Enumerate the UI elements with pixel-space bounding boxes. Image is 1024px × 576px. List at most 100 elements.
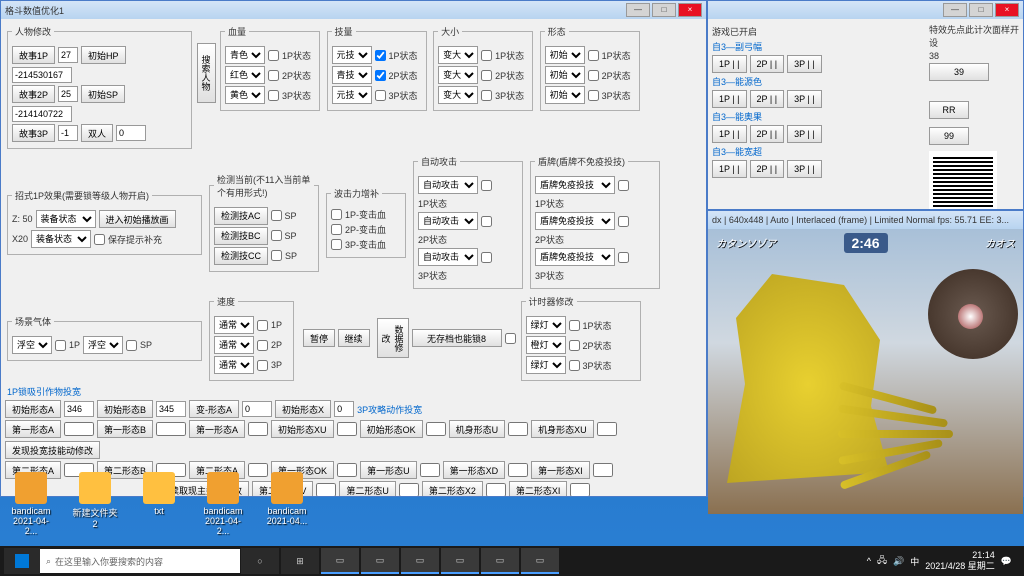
f2x2-in[interactable] (486, 483, 506, 496)
story3-btn[interactable]: 故事3P (12, 124, 55, 142)
f1a-in[interactable] (248, 422, 268, 436)
f1xd-in[interactable] (508, 463, 528, 477)
maximize-button[interactable]: □ (652, 3, 676, 17)
s4-b3[interactable]: 3P | | (787, 160, 822, 178)
taskbar-app-2[interactable]: ▭ (361, 548, 399, 574)
size-3p-chk[interactable] (481, 90, 492, 101)
blood-1p-sel[interactable]: 青色 (225, 46, 265, 64)
taskbar-app-3[interactable]: ▭ (401, 548, 439, 574)
s3-extra[interactable]: 99 (929, 127, 969, 145)
blood-3p-sel[interactable]: 黄色 (225, 86, 265, 104)
clock[interactable]: 21:14 2021/4/28 星期二 (925, 550, 995, 572)
vert-mod-btn[interactable]: 数据修改 (377, 318, 409, 358)
energy-3p-sel[interactable]: 元技量 (332, 86, 372, 104)
auto-1p-sel[interactable]: 自动攻击 (418, 176, 478, 194)
tray-up-icon[interactable]: ^ (867, 556, 871, 566)
weather-1p-sel[interactable]: 浮空 (12, 336, 52, 354)
count-btn[interactable]: 39 (929, 63, 989, 81)
energy-1p-sel[interactable]: 元技量 (332, 46, 372, 64)
s4-b1[interactable]: 1P | | (712, 160, 747, 178)
task-view-button[interactable]: ⊞ (281, 548, 319, 574)
f1xd-btn[interactable]: 第一形态XD (443, 461, 506, 479)
next-b-in[interactable] (156, 422, 186, 436)
weather-1p-chk[interactable] (55, 340, 66, 351)
timer-y-sel[interactable]: 橙灯 (526, 336, 566, 354)
double-input[interactable] (116, 125, 146, 141)
auto-3p-chk[interactable] (481, 252, 492, 263)
speed-3p-sel[interactable]: 通常 (214, 356, 254, 374)
f2u-btn[interactable]: 第二形态U (339, 481, 396, 496)
cortana-button[interactable]: ○ (241, 548, 279, 574)
size-1p-sel[interactable]: 变大 (438, 46, 478, 64)
form-3p-sel[interactable]: 初始 (545, 86, 585, 104)
story2-btn[interactable]: 故事2P (12, 85, 55, 103)
next-b-btn[interactable]: 第一形态B (97, 420, 153, 438)
speed-1p-chk[interactable] (257, 320, 268, 331)
init-ok-in[interactable] (426, 422, 446, 436)
s1-b3[interactable]: 3P | | (787, 55, 822, 73)
energy-1p-chk[interactable] (375, 50, 386, 61)
init-dc-a-btn[interactable]: 初始形态A (5, 400, 61, 418)
blood-3p-chk[interactable] (268, 90, 279, 101)
det-ac-chk[interactable] (271, 210, 282, 221)
minimize-button[interactable]: — (626, 3, 650, 17)
trans-a-btn[interactable]: 变-形态A (189, 400, 239, 418)
shield-2p-chk[interactable] (618, 216, 629, 227)
mbody-btn[interactable]: 机身形态U (449, 420, 506, 438)
counter-close-btn[interactable]: × (995, 3, 1019, 17)
desktop-icon-3[interactable]: txt (136, 472, 182, 536)
dmg-2p-chk[interactable] (331, 224, 342, 235)
f1u-in[interactable] (420, 463, 440, 477)
init-ex-btn[interactable]: 初始形态X (275, 400, 331, 418)
auto-2p-chk[interactable] (481, 216, 492, 227)
start-button[interactable] (4, 548, 40, 574)
size-2p-chk[interactable] (481, 70, 492, 81)
counter-max-btn[interactable]: □ (969, 3, 993, 17)
enter-anim-btn[interactable]: 进入初始播放画 (99, 210, 176, 228)
counter-min-btn[interactable]: — (943, 3, 967, 17)
search-box[interactable]: ⌕ 在这里输入你要搜索的内容 (40, 549, 240, 573)
s2-extra[interactable]: RR (929, 101, 969, 119)
nolimit-btn[interactable]: 无存档也能锁8 (412, 329, 502, 347)
taskbar-app-1[interactable]: ▭ (321, 548, 359, 574)
auto-1p-chk[interactable] (481, 180, 492, 191)
f2x2-btn[interactable]: 第二形态X2 (422, 481, 483, 496)
pause-btn[interactable]: 暂停 (303, 329, 335, 347)
timer-1p-chk[interactable] (569, 320, 580, 331)
shield-1p-sel[interactable]: 盾牌免疫投技 (535, 176, 615, 194)
s3-b3[interactable]: 3P | | (787, 125, 822, 143)
init-dc-a-in[interactable] (64, 401, 94, 417)
counter-titlebar[interactable]: — □ × (708, 1, 1023, 19)
timer-2p-chk[interactable] (569, 340, 580, 351)
desktop-icon-5[interactable]: bandicam 2021-04... (264, 472, 310, 536)
f1xi-in[interactable] (593, 463, 613, 477)
story1-input[interactable] (58, 47, 78, 63)
init-xu-in[interactable] (337, 422, 357, 436)
energy-2p-sel[interactable]: 青技量 (332, 66, 372, 84)
s3-b1[interactable]: 1P | | (712, 125, 747, 143)
init-sp-btn[interactable]: 初始SP (81, 85, 125, 103)
game-viewport[interactable]: カタンソゾア 2:46 カオス (708, 229, 1023, 514)
auto-3p-sel[interactable]: 自动攻击 (418, 248, 478, 266)
form-2p-chk[interactable] (588, 70, 599, 81)
form-1p-chk[interactable] (588, 50, 599, 61)
blood-2p-chk[interactable] (268, 70, 279, 81)
speed-2p-sel[interactable]: 通常 (214, 336, 254, 354)
double-btn[interactable]: 双人 (81, 124, 113, 142)
story1-btn[interactable]: 故事1P (12, 46, 55, 64)
trans-down-btn[interactable]: 发现投宽技能动修改 (5, 441, 100, 459)
close-button[interactable]: × (678, 3, 702, 17)
det-ac-btn[interactable]: 检测技AC (214, 207, 268, 225)
form-3p-chk[interactable] (588, 90, 599, 101)
speed-2p-chk[interactable] (257, 340, 268, 351)
dmg-1p-chk[interactable] (331, 209, 342, 220)
blood-2p-sel[interactable]: 红色 (225, 66, 265, 84)
mbx-in[interactable] (597, 422, 617, 436)
init-ex-in[interactable] (334, 401, 354, 417)
timer-r-sel[interactable]: 绿灯 (526, 356, 566, 374)
shield-3p-chk[interactable] (618, 252, 629, 263)
main-titlebar[interactable]: 格斗数值优化1 — □ × (1, 1, 706, 19)
system-tray[interactable]: ^ 🖧 🔊 中 21:14 2021/4/28 星期二 💬 (867, 550, 1020, 572)
story2-input[interactable] (58, 86, 78, 102)
s2-b3[interactable]: 3P | | (787, 90, 822, 108)
